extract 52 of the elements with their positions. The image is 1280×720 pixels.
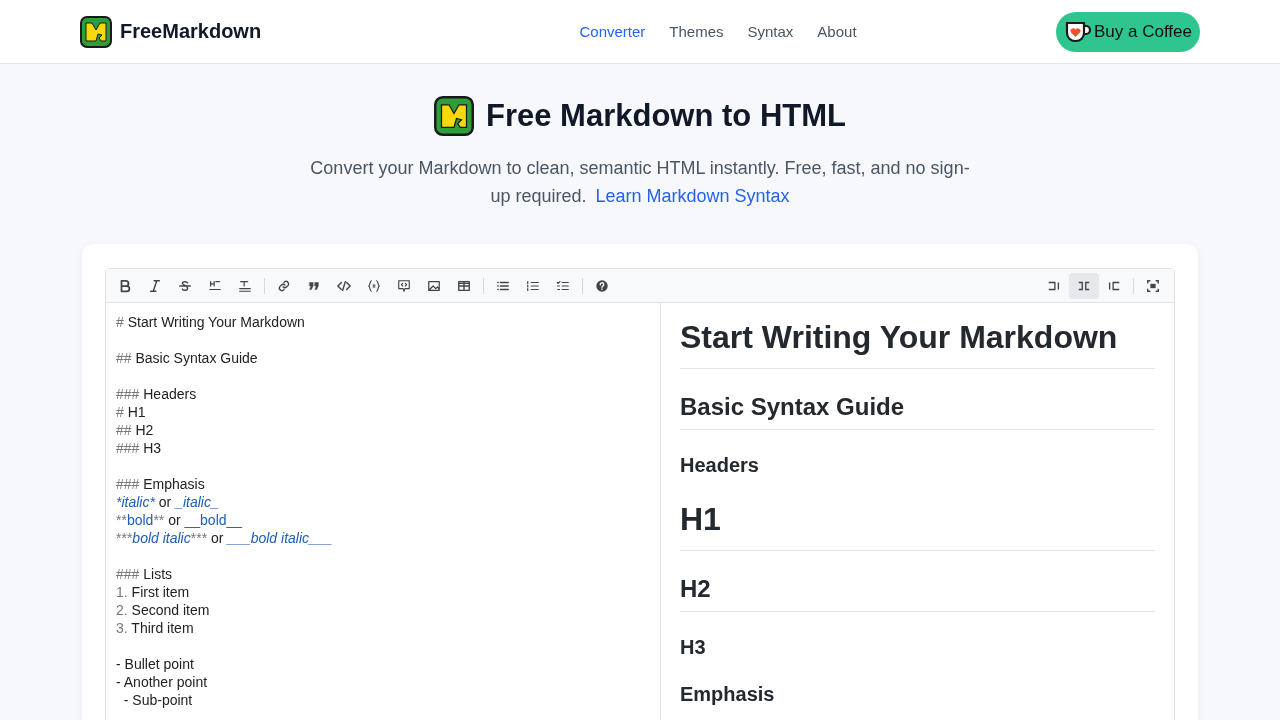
image-icon[interactable] bbox=[427, 278, 441, 293]
preview-heading: Basic Syntax Guide bbox=[680, 393, 1155, 430]
italic-icon[interactable] bbox=[148, 278, 162, 293]
heading-icon[interactable] bbox=[238, 278, 252, 293]
page-title: Free Markdown to HTML bbox=[486, 98, 846, 134]
code-line: ***bold italic*** or ___bold italic___ bbox=[116, 529, 334, 547]
code-line: - Another point bbox=[116, 673, 209, 691]
coffee-button[interactable]: Buy a Coffee bbox=[1056, 11, 1200, 52]
code-line: ## Basic Syntax Guide bbox=[116, 349, 259, 367]
code-line: ### H3 bbox=[116, 439, 163, 457]
code-line: 2. Second item bbox=[116, 601, 211, 619]
code-line: - Sub-point bbox=[122, 691, 194, 709]
subtitle: Convert your Markdown to clean, semantic HTML instantly. Free, fast, and no sign-up required. Learn Markdown Syntax bbox=[310, 157, 970, 208]
code-line: ### Emphasis bbox=[116, 475, 206, 493]
syntax-link[interactable]: Learn Markdown Syntax bbox=[595, 186, 790, 206]
code-line: ### Headers bbox=[116, 385, 198, 403]
coffee-cup-icon bbox=[1064, 19, 1092, 44]
brand-name[interactable]: FreeMarkdown bbox=[120, 20, 262, 43]
help-icon[interactable] bbox=[595, 278, 609, 293]
view-mode-button[interactable] bbox=[1069, 272, 1099, 299]
preview-heading: Start Writing Your Markdown bbox=[680, 319, 1155, 369]
logo-icon bbox=[434, 96, 474, 136]
horizontal-rule-icon[interactable] bbox=[208, 278, 222, 293]
preview-heading: Headers bbox=[680, 454, 760, 477]
link-icon[interactable] bbox=[277, 278, 291, 293]
preview-heading: Emphasis bbox=[680, 683, 776, 706]
code-icon[interactable] bbox=[337, 278, 351, 293]
fullscreen-icon[interactable] bbox=[1146, 278, 1160, 293]
code-line: 3. Third item bbox=[116, 619, 195, 637]
table-icon[interactable] bbox=[457, 278, 471, 293]
comment-icon[interactable] bbox=[397, 278, 411, 293]
code-line: **bold** or __bold__ bbox=[116, 511, 244, 529]
preview-heading: H1 bbox=[680, 501, 1155, 551]
numbered-list-icon[interactable] bbox=[526, 278, 540, 293]
bold-icon[interactable] bbox=[118, 278, 132, 293]
nav-link[interactable]: Converter bbox=[579, 23, 646, 40]
logo-icon bbox=[80, 15, 112, 48]
code-line: *italic* or _italic_ bbox=[116, 493, 220, 511]
nav-link[interactable]: Themes bbox=[669, 23, 724, 40]
code-line: # H1 bbox=[116, 403, 147, 421]
code-line: 1. First item bbox=[116, 583, 191, 601]
code-line: ### Lists bbox=[116, 565, 174, 583]
checklist-icon[interactable] bbox=[556, 278, 570, 293]
code-block-icon[interactable] bbox=[367, 278, 381, 293]
preview-heading: H2 bbox=[680, 575, 1155, 612]
strikethrough-icon[interactable] bbox=[178, 278, 192, 293]
preview-heading: H3 bbox=[680, 636, 707, 659]
nav-link[interactable]: About bbox=[817, 23, 857, 40]
code-line: - Bullet point bbox=[116, 655, 195, 673]
code-line: ## H2 bbox=[116, 421, 155, 439]
code-line: # Start Writing Your Markdown bbox=[116, 313, 306, 331]
nav-link[interactable]: Syntax bbox=[747, 23, 794, 40]
